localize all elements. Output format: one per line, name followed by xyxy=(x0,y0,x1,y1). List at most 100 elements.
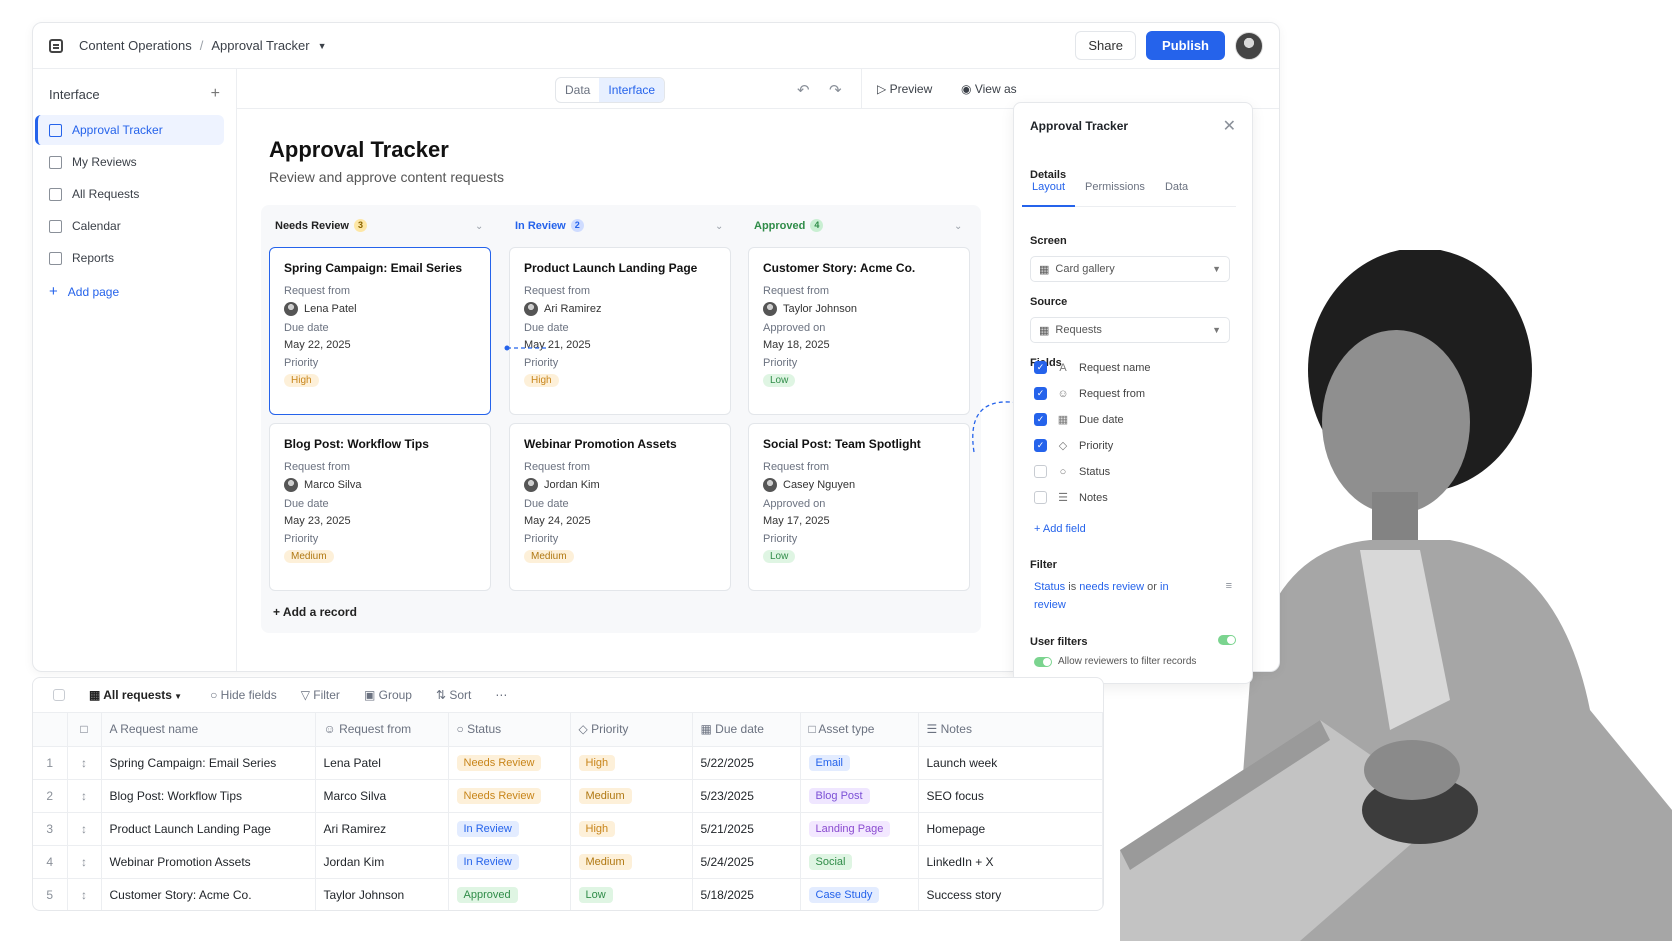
field-checkbox[interactable]: ✓ xyxy=(1034,387,1047,400)
cell-due-date[interactable]: 5/21/2025 xyxy=(692,812,801,846)
cell-asset-type[interactable]: Blog Post xyxy=(800,779,919,813)
tab-data-panel[interactable]: Data xyxy=(1155,181,1198,206)
cell-priority[interactable]: Medium xyxy=(570,779,693,813)
filter-summary[interactable]: Status is needs review or in review xyxy=(1034,578,1184,614)
view-as-button[interactable]: ◉ View as xyxy=(961,82,1017,96)
cell-notes[interactable]: Success story xyxy=(918,878,1103,910)
redo-icon[interactable]: ↷ xyxy=(829,81,842,99)
field-checkbox[interactable] xyxy=(1034,491,1047,504)
share-button[interactable]: Share xyxy=(1075,31,1137,60)
add-page-button[interactable]: + Add page xyxy=(35,275,224,308)
expand-icon[interactable]: ↕ xyxy=(67,878,102,910)
chevron-down-icon[interactable]: ▼ xyxy=(318,41,327,51)
cell-status[interactable]: In Review xyxy=(448,812,571,846)
header-status[interactable]: ○ Status xyxy=(448,713,571,747)
field-row[interactable]: ○ Status xyxy=(1034,465,1110,478)
header-request-name[interactable]: A Request name xyxy=(101,713,316,747)
cell-status[interactable]: Needs Review xyxy=(448,779,571,813)
cell-request-name[interactable]: Spring Campaign: Email Series xyxy=(101,746,316,780)
field-checkbox[interactable]: ✓ xyxy=(1034,413,1047,426)
close-icon[interactable]: ✕ xyxy=(1223,116,1236,136)
field-checkbox[interactable]: ✓ xyxy=(1034,361,1047,374)
expand-icon[interactable]: ↕ xyxy=(67,845,102,879)
record-card[interactable]: Blog Post: Workflow Tips Request from Marc… xyxy=(269,423,491,591)
add-record-button[interactable]: + Add a record xyxy=(273,605,357,619)
cell-request-from[interactable]: Taylor Johnson xyxy=(315,878,449,910)
tab-interface[interactable]: Interface xyxy=(599,78,665,102)
table-row[interactable]: 4 ↕ Webinar Promotion Assets Jordan Kim In R… xyxy=(33,845,1103,879)
avatar[interactable] xyxy=(1235,31,1263,60)
cell-priority[interactable]: High xyxy=(570,812,693,846)
tab-permissions[interactable]: Permissions xyxy=(1075,181,1155,206)
source-select[interactable]: ▦ Requests ▼ xyxy=(1030,317,1230,343)
cell-due-date[interactable]: 5/24/2025 xyxy=(692,845,801,879)
undo-icon[interactable]: ↶ xyxy=(797,81,810,99)
preview-button[interactable]: ▷ Preview xyxy=(877,82,932,96)
allow-reviewers-toggle[interactable] xyxy=(1034,656,1052,667)
cell-priority[interactable]: Low xyxy=(570,878,693,910)
select-all-checkbox[interactable] xyxy=(53,689,65,701)
expand-icon[interactable]: ↕ xyxy=(67,779,102,813)
view-selector[interactable]: ▦ All requests ▼ xyxy=(89,688,182,702)
breadcrumb-page[interactable]: Approval Tracker xyxy=(211,38,309,53)
screen-select[interactable]: ▦ Card gallery ▼ xyxy=(1030,256,1230,282)
cell-asset-type[interactable]: Social xyxy=(800,845,919,879)
table-row[interactable]: 2 ↕ Blog Post: Workflow Tips Marco Silva Nee… xyxy=(33,779,1103,813)
record-card[interactable]: Social Post: Team Spotlight Request from C… xyxy=(748,423,970,591)
record-card[interactable]: Product Launch Landing Page Request from A… xyxy=(509,247,731,415)
table-row[interactable]: 1 ↕ Spring Campaign: Email Series Lena Pate… xyxy=(33,746,1103,780)
record-card[interactable]: Webinar Promotion Assets Request from Jord… xyxy=(509,423,731,591)
cell-asset-type[interactable]: Case Study xyxy=(800,878,919,910)
cell-request-name[interactable]: Customer Story: Acme Co. xyxy=(101,878,316,910)
cell-priority[interactable]: Medium xyxy=(570,845,693,879)
tab-layout[interactable]: Layout xyxy=(1022,181,1076,207)
cell-request-from[interactable]: Marco Silva xyxy=(315,779,449,813)
sidebar-item-all-requests[interactable]: All Requests xyxy=(35,179,224,209)
cell-status[interactable]: In Review xyxy=(448,845,571,879)
user-filters-toggle[interactable] xyxy=(1218,635,1236,645)
expand-icon[interactable]: ↕ xyxy=(67,746,102,780)
expand-icon[interactable]: ↕ xyxy=(67,812,102,846)
cell-asset-type[interactable]: Landing Page xyxy=(800,812,919,846)
header-checkbox-cell[interactable] xyxy=(33,713,68,747)
cell-request-name[interactable]: Blog Post: Workflow Tips xyxy=(101,779,316,813)
cell-asset-type[interactable]: Email xyxy=(800,746,919,780)
field-row[interactable]: ☰ Notes xyxy=(1034,491,1108,504)
sort-button[interactable]: ⇅ Sort xyxy=(436,688,471,702)
header-notes[interactable]: ☰ Notes xyxy=(918,713,1103,747)
header-priority[interactable]: ◇ Priority xyxy=(570,713,693,747)
cell-notes[interactable]: SEO focus xyxy=(918,779,1103,813)
table-row[interactable]: 5 ↕ Customer Story: Acme Co. Taylor Johnson… xyxy=(33,878,1103,910)
filter-settings-icon[interactable]: ≡ xyxy=(1226,580,1232,592)
sidebar-item-calendar[interactable]: Calendar xyxy=(35,211,224,241)
field-row[interactable]: ✓ A Request name xyxy=(1034,361,1151,374)
publish-button[interactable]: Publish xyxy=(1146,31,1225,60)
hide-fields-button[interactable]: ○ Hide fields xyxy=(210,688,277,702)
cell-due-date[interactable]: 5/22/2025 xyxy=(692,746,801,780)
field-checkbox[interactable]: ✓ xyxy=(1034,439,1047,452)
cell-notes[interactable]: Launch week xyxy=(918,746,1103,780)
field-checkbox[interactable] xyxy=(1034,465,1047,478)
more-icon[interactable]: ⋯ xyxy=(495,688,507,702)
cell-status[interactable]: Approved xyxy=(448,878,571,910)
header-request-from[interactable]: ☺ Request from xyxy=(315,713,449,747)
header-due-date[interactable]: ▦ Due date xyxy=(692,713,801,747)
cell-request-from[interactable]: Lena Patel xyxy=(315,746,449,780)
sidebar-item-my-reviews[interactable]: My Reviews xyxy=(35,147,224,177)
column-header[interactable]: In Review 2 xyxy=(515,219,584,232)
record-card[interactable]: Customer Story: Acme Co. Request from Tayl… xyxy=(748,247,970,415)
chevron-down-icon[interactable]: ⌄ xyxy=(715,221,723,232)
chevron-down-icon[interactable]: ⌄ xyxy=(954,221,962,232)
cell-request-from[interactable]: Ari Ramirez xyxy=(315,812,449,846)
field-row[interactable]: ✓ ☺ Request from xyxy=(1034,387,1145,400)
plus-icon[interactable]: + xyxy=(211,85,220,103)
cell-due-date[interactable]: 5/23/2025 xyxy=(692,779,801,813)
cell-request-from[interactable]: Jordan Kim xyxy=(315,845,449,879)
sidebar-item-reports[interactable]: Reports xyxy=(35,243,224,273)
field-row[interactable]: ✓ ▦ Due date xyxy=(1034,413,1124,426)
cell-notes[interactable]: LinkedIn + X xyxy=(918,845,1103,879)
column-header[interactable]: Approved 4 xyxy=(754,219,824,232)
chevron-down-icon[interactable]: ⌄ xyxy=(475,221,483,232)
cell-request-name[interactable]: Webinar Promotion Assets xyxy=(101,845,316,879)
record-card[interactable]: Spring Campaign: Email Series Request fro… xyxy=(269,247,491,415)
